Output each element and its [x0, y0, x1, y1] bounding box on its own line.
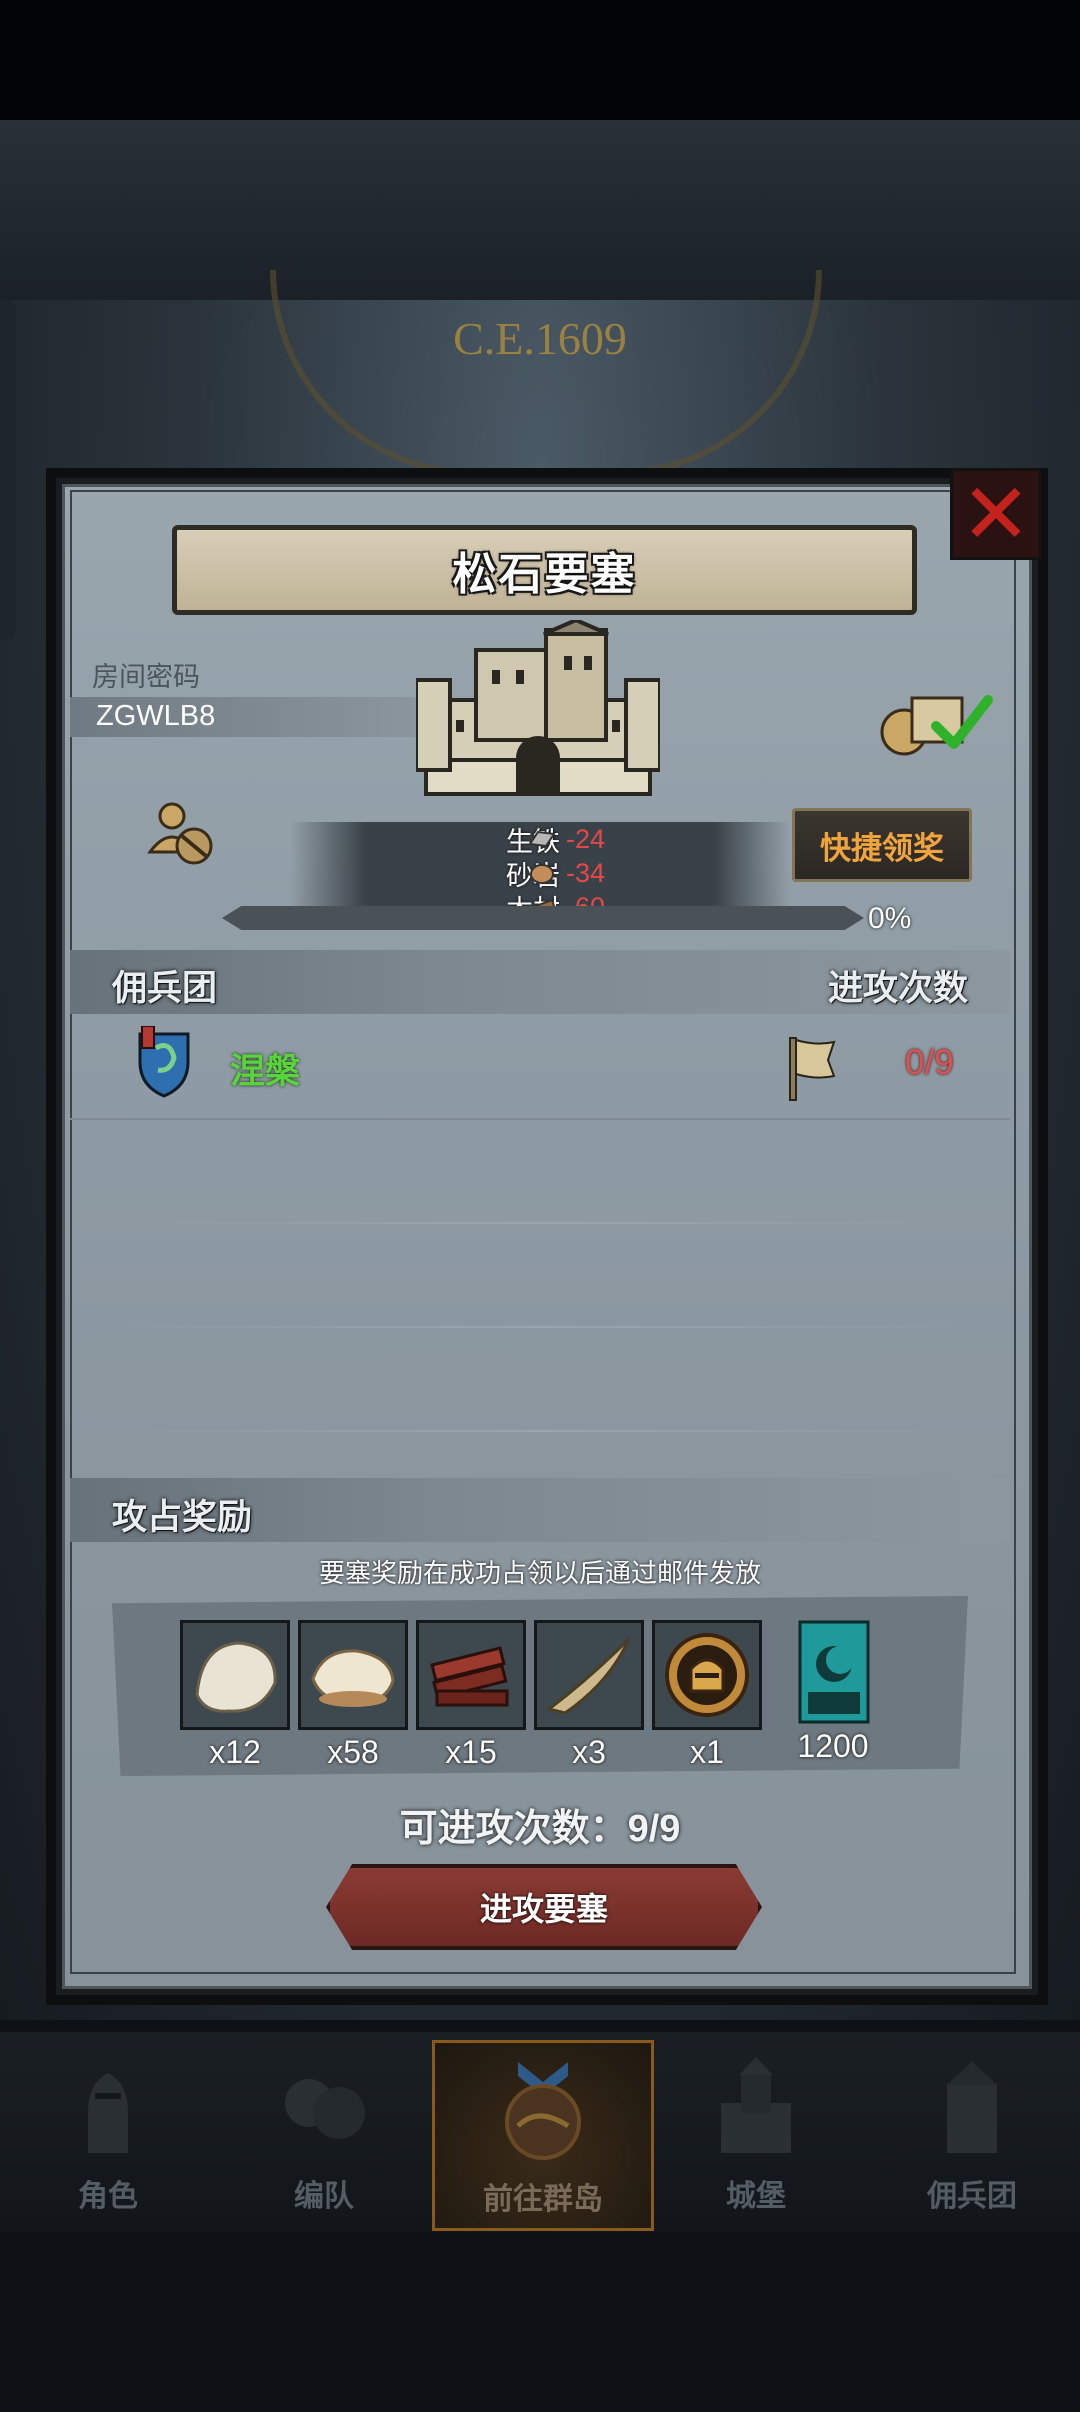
nav-label: 城堡	[726, 2180, 786, 2213]
knight-helmet-coin-icon	[665, 1633, 749, 1717]
attacks-remaining: 可进攻次数：9/9	[399, 1808, 681, 1850]
nav-item-role[interactable]: 角色	[0, 2040, 216, 2225]
nav-item-castle[interactable]: 城堡	[648, 2040, 864, 2225]
reward-note: 要塞奖励在成功占领以后通过邮件发放	[318, 1558, 761, 1588]
fur-pelt-icon	[195, 1641, 277, 1713]
reward-item[interactable]: x12	[180, 1620, 290, 1771]
reward-item[interactable]: x58	[298, 1620, 408, 1771]
nav-item-mercenary[interactable]: 佣兵团	[864, 2040, 1080, 2225]
reward-item[interactable]: 1200	[782, 1620, 892, 1765]
resource-cost: -34	[566, 857, 606, 888]
gesture-bar-area	[0, 2232, 1080, 2412]
resource-row: 砂岩 -34	[290, 856, 790, 891]
reward-item[interactable]: x1	[652, 1620, 762, 1771]
nav-label: 前往群岛	[483, 2183, 603, 2216]
guild-attack-count: 0/9	[905, 1043, 954, 1082]
attack-fortress-label: 进攻要塞	[479, 1891, 608, 1927]
nav-label: 编队	[294, 2180, 354, 2213]
mercenary-header: 佣兵团	[112, 969, 218, 1008]
reward-quantity: x12	[209, 1734, 261, 1770]
squad-icon	[285, 2079, 365, 2139]
guild-shield-icon	[138, 1026, 190, 1098]
red-wood-planks-icon	[430, 1646, 509, 1707]
empty-row-divider	[110, 1222, 970, 1224]
mercenary-row[interactable]	[70, 1016, 1010, 1120]
room-code-value[interactable]: ZGWLB8	[96, 700, 215, 733]
nav-label: 角色	[78, 2180, 138, 2213]
nav-item-squad[interactable]: 编队	[216, 2040, 432, 2225]
reward-bag-check-icon[interactable]	[874, 684, 994, 758]
reward-item[interactable]: x15	[416, 1620, 526, 1771]
reward-quantity: x1	[690, 1734, 724, 1770]
guild-name: 涅槃	[230, 1052, 301, 1091]
close-button[interactable]: ✕	[950, 468, 1042, 560]
reward-header: 攻占奖励	[112, 1498, 253, 1537]
progress-percent: 0%	[868, 902, 912, 935]
nav-item-islands[interactable]: 前往群岛	[432, 2040, 654, 2231]
resource-row: 生铁 -24	[290, 822, 790, 857]
castle-nav-icon	[721, 2057, 791, 2153]
occupy-progress-bar	[222, 906, 864, 930]
mercenary-icon	[947, 2061, 997, 2153]
dialog-title: 松石要塞	[452, 550, 637, 599]
empty-row-divider	[110, 1326, 970, 1328]
attack-count-header: 进攻次数	[827, 969, 968, 1008]
year-label: C.E.1609	[453, 313, 627, 364]
sandstone-icon	[530, 864, 554, 884]
flag-icon	[789, 1037, 836, 1101]
close-icon: ✕	[960, 467, 1032, 561]
no-entry-person-icon[interactable]	[146, 798, 216, 868]
reward-quantity: x3	[572, 1734, 606, 1770]
room-code-label: 房间密码	[92, 662, 200, 692]
side-drawer-handle[interactable]	[0, 300, 16, 640]
leather-hide-icon	[311, 1649, 395, 1707]
reward-quantity: 1200	[797, 1728, 869, 1764]
nav-label: 佣兵团	[927, 2180, 1017, 2213]
island-dragon-icon	[505, 2062, 581, 2160]
knight-icon	[88, 2073, 128, 2153]
title-banner: 松石要塞	[172, 525, 917, 615]
iron-icon	[528, 830, 556, 848]
status-bar-area	[0, 0, 1080, 120]
castle-icon	[416, 620, 660, 796]
resource-cost: -24	[566, 823, 606, 854]
guild-banner-icon	[798, 1620, 870, 1724]
reward-item[interactable]: x3	[534, 1620, 644, 1771]
empty-row-divider	[110, 1430, 970, 1432]
reward-quantity: x58	[327, 1734, 379, 1770]
reward-quantity: x15	[445, 1734, 497, 1770]
attack-fortress-button[interactable]: 进攻要塞	[326, 1864, 762, 1950]
horn-icon	[545, 1637, 631, 1715]
quick-claim-button[interactable]: 快捷领奖	[792, 808, 972, 882]
